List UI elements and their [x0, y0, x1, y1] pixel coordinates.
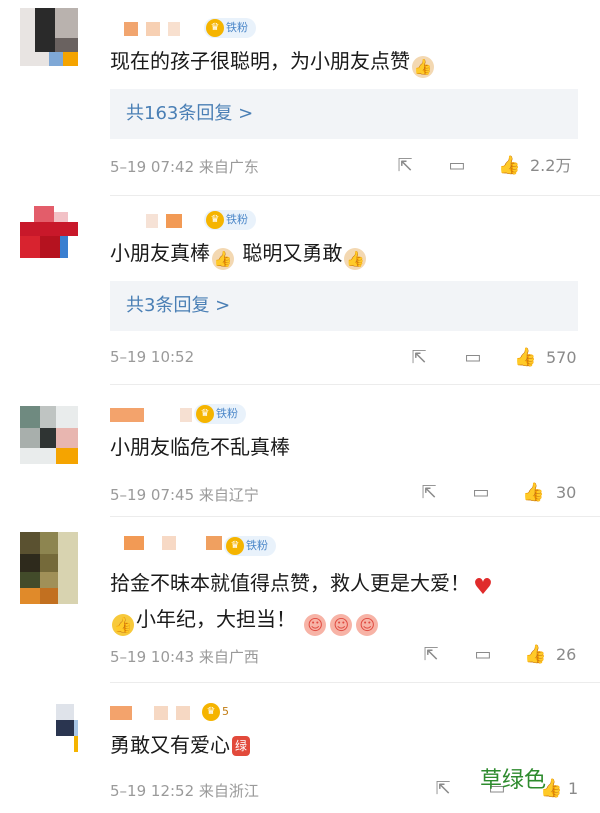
- comment-meta: 5–19 07:42 来自广东: [110, 158, 259, 176]
- crown-icon: ♛: [206, 211, 224, 229]
- comment-icon[interactable]: ▭: [472, 644, 494, 666]
- thumbs-up-emoji-icon: 👍: [112, 614, 134, 636]
- share-icon[interactable]: ⇱: [420, 644, 442, 666]
- like-count: 26: [556, 645, 577, 664]
- comment-3: ♛ 铁粉 小朋友临危不乱真棒 5–19 07:45 来自辽宁 ⇱ ▭ 👍 30: [0, 386, 600, 517]
- fan-badge: ♛ 铁粉: [194, 404, 246, 424]
- watermark: 草绿色: [480, 768, 547, 793]
- avatar[interactable]: [20, 8, 78, 66]
- share-icon[interactable]: ⇱: [418, 482, 440, 504]
- username-row[interactable]: ♛ 铁粉: [110, 404, 290, 428]
- like-count: 30: [556, 483, 577, 502]
- comment-meta: 5–19 12:52 来自浙江: [110, 782, 259, 800]
- thumbs-up-icon[interactable]: 👍: [524, 644, 546, 666]
- comment-meta: 5–19 10:52: [110, 348, 195, 366]
- comment-2: ♛ 铁粉 小朋友真棒 👍 聪明又勇敢 👍 共3条回复 > 5–19 10:52 ⇱ …: [0, 196, 600, 388]
- comment-icon[interactable]: ▭: [462, 347, 484, 369]
- comment-meta: 5–19 10:43 来自广西: [110, 648, 259, 666]
- comment-icon[interactable]: ▭: [470, 482, 492, 504]
- comment-meta: 5–19 07:45 来自辽宁: [110, 486, 259, 504]
- comment-4: ♛ 铁粉 拾金不昧本就值得点赞，救人更是大爱！ ♥ 👍 小年纪，大担当！ ☺ ☺ ☺ 5…: [0, 516, 600, 684]
- thumbs-up-emoji-icon: 👍: [344, 248, 367, 270]
- divider: [110, 682, 600, 683]
- red-emoji-tag: 绿: [232, 736, 251, 756]
- fan-badge: ♛ 铁粉: [224, 536, 276, 556]
- crown-icon: ♛: [226, 537, 244, 555]
- like-count: 570: [546, 348, 577, 367]
- username-row[interactable]: ♛ 铁粉: [110, 532, 310, 556]
- like-count: 1: [568, 779, 579, 798]
- kiss-face-emoji-icon: ☺: [304, 614, 327, 636]
- crown-icon: ♛: [206, 19, 224, 37]
- share-icon[interactable]: ⇱: [432, 778, 454, 800]
- crown-icon: ♛: [202, 703, 220, 721]
- comment-text: 小朋友真棒 👍 聪明又勇敢 👍: [110, 241, 367, 270]
- avatar[interactable]: [20, 406, 78, 464]
- avatar[interactable]: [20, 200, 78, 258]
- fan-badge: ♛ 5: [200, 702, 229, 722]
- fan-badge: ♛ 铁粉: [204, 18, 256, 38]
- kiss-face-emoji-icon: ☺: [356, 614, 379, 636]
- avatar[interactable]: [20, 532, 78, 604]
- username-row[interactable]: ♛ 5: [110, 702, 290, 726]
- heart-emoji-icon: ♥: [473, 575, 493, 600]
- username-row[interactable]: ♛ 铁粉: [110, 210, 290, 234]
- thumbs-up-emoji-icon: 👍: [412, 56, 434, 78]
- comment-text: 拾金不昧本就值得点赞，救人更是大爱！ ♥: [110, 571, 493, 600]
- thumbs-up-icon[interactable]: 👍: [522, 482, 544, 504]
- thumbs-up-icon[interactable]: 👍: [498, 155, 520, 177]
- comment-icon[interactable]: ▭: [446, 155, 468, 177]
- kiss-face-emoji-icon: ☺: [330, 614, 353, 636]
- comment-text: 勇敢又有爱心绿: [110, 730, 251, 760]
- comment-text: 现在的孩子很聪明，为小朋友点赞 👍: [110, 49, 434, 78]
- like-count: 2.2万: [530, 156, 572, 175]
- thumbs-up-icon[interactable]: 👍: [514, 347, 536, 369]
- divider: [110, 384, 600, 385]
- share-icon[interactable]: ⇱: [408, 347, 430, 369]
- replies-link[interactable]: 共3条回复 >: [110, 281, 578, 331]
- crown-icon: ♛: [196, 405, 214, 423]
- username-row[interactable]: ♛ 铁粉: [110, 18, 290, 42]
- thumbs-up-emoji-icon: 👍: [212, 248, 234, 270]
- share-icon[interactable]: ⇱: [394, 155, 416, 177]
- avatar[interactable]: [20, 700, 78, 758]
- comment-1: ♛ 铁粉 现在的孩子很聪明，为小朋友点赞 👍 共163条回复 > 5–19 07:…: [0, 0, 600, 200]
- replies-link[interactable]: 共163条回复 >: [110, 89, 578, 139]
- fan-badge: ♛ 铁粉: [204, 210, 256, 230]
- comment-text-line2: 👍 小年纪，大担当！ ☺ ☺ ☺: [110, 604, 380, 636]
- comment-text: 小朋友临危不乱真棒: [110, 435, 290, 459]
